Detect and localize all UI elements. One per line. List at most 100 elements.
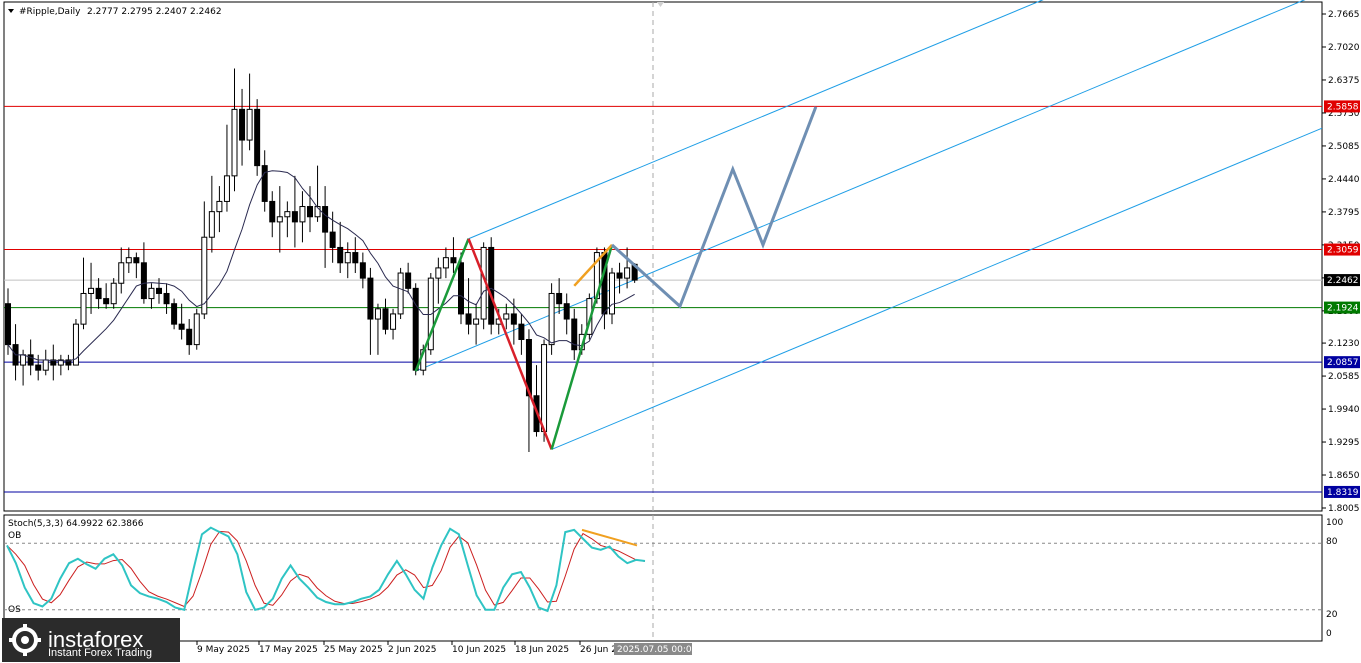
candle-body (284, 211, 291, 218)
level-badge-1-label: 2.3059 (1327, 246, 1359, 256)
candle (216, 186, 223, 233)
candle-body (269, 200, 276, 223)
candle-body (609, 272, 615, 315)
candle-body (216, 200, 223, 213)
candle (374, 303, 381, 355)
candle-body (374, 308, 381, 320)
logo-tagline: Instant Forex Trading (48, 647, 152, 659)
candle-body (337, 246, 344, 264)
candle-body (616, 272, 623, 279)
channel-lower-line (551, 127, 1323, 450)
candle-body (110, 282, 117, 305)
candle (390, 308, 397, 340)
candle-body (307, 206, 313, 218)
stoch-scale-80: 80 (1326, 537, 1338, 547)
candle-body (405, 272, 412, 289)
candle-body (291, 211, 298, 223)
candle-body (473, 318, 480, 325)
candle (291, 175, 298, 248)
level-badge-0-label: 2.5858 (1327, 102, 1359, 112)
channel-upper-line (468, 0, 1044, 240)
candle (261, 150, 268, 212)
candle (397, 267, 404, 320)
candle (344, 242, 351, 279)
candle-body (231, 108, 238, 177)
price-tick-label: 2.1230 (1328, 339, 1360, 349)
stoch-ob-label: OB (8, 531, 21, 541)
candle-body (397, 272, 404, 315)
candle (171, 298, 178, 330)
candle (239, 88, 246, 166)
candle (563, 293, 570, 335)
candle-body (503, 313, 510, 320)
candle (140, 242, 147, 304)
logo-gear-icon (8, 623, 42, 657)
price-tick-label: 2.3795 (1328, 208, 1360, 218)
candle-body (148, 287, 155, 300)
price-chart[interactable]: #Ripple,Daily 2.2777 2.2795 2.2407 2.246… (0, 0, 1361, 663)
candle (50, 344, 57, 381)
candle-body (223, 175, 230, 202)
candle (359, 252, 366, 289)
candle (110, 278, 117, 309)
candle (35, 354, 42, 381)
candle-body (412, 287, 419, 371)
candle-body (103, 298, 110, 305)
candle (156, 278, 162, 304)
candle-body (329, 231, 336, 248)
menu-triangle-icon[interactable] (8, 9, 14, 13)
candle-body (359, 262, 366, 279)
date-tick-label: 25 May 2025 (324, 645, 383, 655)
candle (133, 252, 140, 279)
candle (616, 262, 623, 294)
candle-body (171, 303, 178, 325)
candle (382, 298, 389, 335)
stoch-main-line (6, 526, 646, 613)
price-tick-label: 1.9295 (1328, 438, 1360, 448)
candle-body (163, 292, 170, 305)
candle-body (435, 267, 442, 279)
candle (95, 278, 102, 309)
candle-body (35, 364, 42, 371)
candle-body (465, 313, 472, 325)
candle-body (344, 252, 351, 264)
candle-body (178, 323, 185, 330)
price-tick-label: 2.7665 (1328, 10, 1360, 20)
candle-body (95, 287, 102, 300)
candle (163, 283, 170, 314)
date-tick-label: 9 May 2025 (197, 645, 250, 655)
candle (533, 365, 540, 437)
candle-body (352, 252, 359, 264)
price-tick-label: 1.9940 (1328, 405, 1360, 415)
candle (442, 247, 449, 279)
candle (518, 313, 525, 355)
candle-body (80, 292, 87, 325)
candle (337, 221, 344, 274)
candle (322, 186, 329, 268)
stoch-scale-20: 20 (1326, 610, 1338, 620)
candle (254, 99, 261, 176)
candle (480, 242, 487, 330)
candle (231, 68, 238, 192)
candle-body (246, 108, 253, 141)
candle-body (88, 287, 95, 294)
candle-body (42, 359, 49, 371)
candle (88, 262, 95, 314)
stoch-scale-0: 0 (1326, 629, 1332, 639)
candle-body (133, 257, 140, 264)
candle-body (239, 108, 246, 141)
candle-body (382, 308, 389, 330)
candle (118, 247, 125, 294)
level-badge-4-label: 1.8319 (1327, 488, 1359, 498)
candle-body (140, 262, 147, 300)
candle (276, 186, 283, 253)
candle (352, 237, 359, 274)
stoch-label: Stoch(5,3,3) 64.9922 62.3866 (8, 519, 144, 529)
stoch-signal-line (6, 530, 646, 608)
price-tick-label: 2.0585 (1328, 372, 1360, 382)
candle (609, 267, 615, 325)
candle (42, 349, 49, 376)
candle-body (20, 354, 27, 366)
current-price-badge-label: 2.2462 (1327, 276, 1359, 286)
candle (246, 73, 253, 151)
